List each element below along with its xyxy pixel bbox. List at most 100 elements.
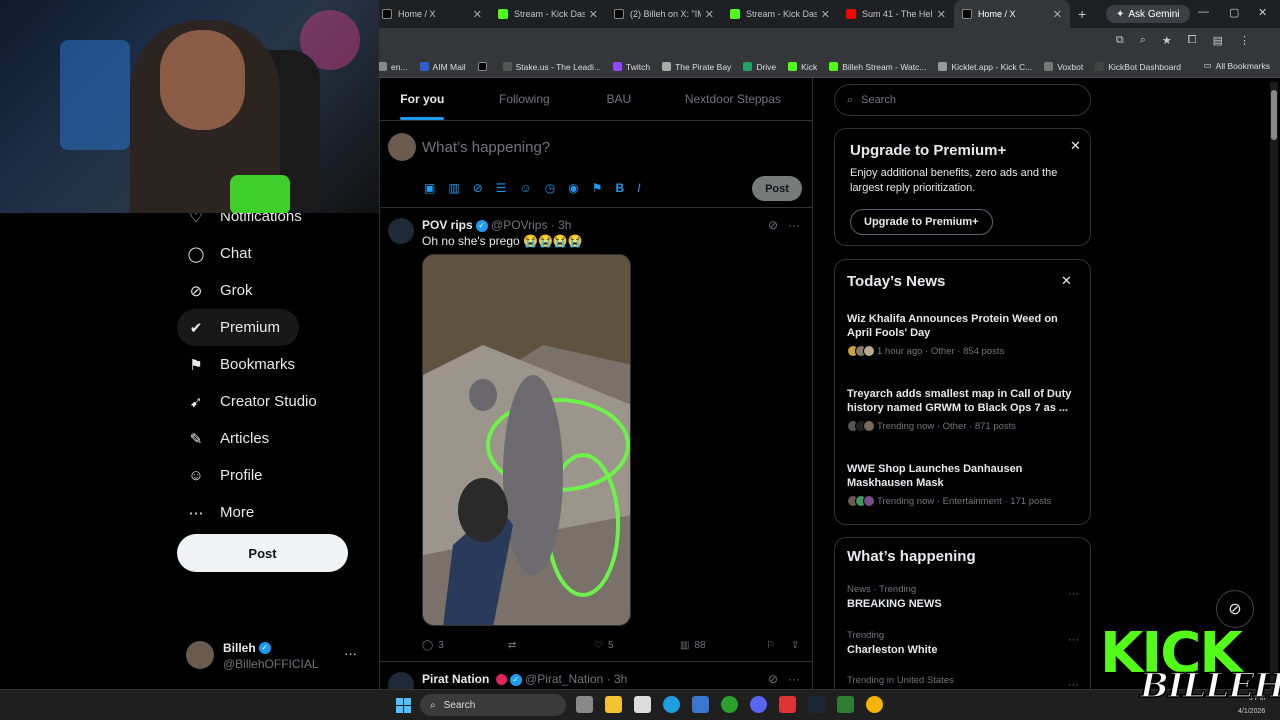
tab-for-you[interactable]: For you	[380, 78, 465, 120]
bookmark-item[interactable]: The Pirate Bay	[662, 62, 731, 72]
more-icon[interactable]: ···	[788, 218, 800, 232]
poll-icon[interactable]: ☰	[496, 181, 507, 195]
reply-button[interactable]: ◯ 3	[422, 640, 508, 651]
discord-icon[interactable]	[750, 696, 767, 713]
gif-icon[interactable]: ▥	[448, 181, 459, 195]
tab-bau[interactable]: BAU	[584, 78, 654, 120]
app-icon[interactable]	[779, 696, 796, 713]
bookmark-item[interactable]: AIM Mail	[419, 62, 466, 72]
bold-icon[interactable]: B	[616, 181, 625, 195]
bookmark-item[interactable]: Twitch	[612, 62, 650, 72]
page-scrollbar[interactable]	[1270, 82, 1278, 698]
more-icon[interactable]: ···	[1068, 634, 1079, 646]
steam-icon[interactable]	[808, 696, 825, 713]
upgrade-premium-button[interactable]: Upgrade to Premium+	[850, 209, 993, 235]
chrome-icon[interactable]	[866, 696, 883, 713]
nav-item-more[interactable]: ⋯ More	[177, 494, 327, 531]
nav-item-bookmarks[interactable]: ⚑ Bookmarks	[177, 346, 327, 383]
install-icon[interactable]: ⧉	[1116, 34, 1124, 47]
composer-post-button[interactable]: Post	[752, 176, 802, 201]
browser-tab[interactable]: (2) Billeh on X: "IM ✕	[606, 0, 722, 28]
bookmark-item[interactable]: Stake.us - The Leadi...	[502, 62, 601, 72]
account-switcher[interactable]: Billeh ✓ @BillehOFFICIAL	[186, 639, 319, 671]
tab-nextdoor-steppas[interactable]: Nextdoor Steppas	[654, 78, 812, 120]
avatar[interactable]	[388, 218, 414, 244]
bookmark-item[interactable]: Voxbot	[1044, 62, 1083, 72]
close-icon[interactable]: ✕	[1070, 138, 1081, 154]
tab-close-icon[interactable]: ✕	[1053, 8, 1062, 21]
views-button[interactable]: ▥ 88	[680, 640, 766, 651]
bookmark-item[interactable]: en...	[378, 62, 408, 72]
tweet-video[interactable]	[422, 254, 631, 626]
close-icon[interactable]: ✕	[1061, 273, 1072, 289]
nav-item-grok[interactable]: ⊘ Grok	[177, 272, 327, 309]
search-input[interactable]: ⌕ Search	[834, 84, 1091, 116]
location-icon[interactable]: ◉	[568, 181, 578, 195]
bookmark-item[interactable]: Kicklet.app - Kick C...	[938, 62, 1032, 72]
trend-item[interactable]: News · Trending BREAKING NEWS ···	[847, 584, 1079, 610]
emoji-icon[interactable]: ☺	[520, 181, 532, 195]
star-icon[interactable]: ★	[1162, 34, 1172, 47]
repost-button[interactable]: ⇄	[508, 640, 594, 651]
more-icon[interactable]: ···	[1068, 588, 1079, 600]
media-icon[interactable]: ▣	[424, 181, 435, 195]
maximize-icon[interactable]: ▢	[1229, 6, 1239, 19]
browser-tab[interactable]: Home / X ✕	[954, 0, 1070, 28]
account-more-icon[interactable]: ···	[344, 646, 357, 661]
tweet-handle[interactable]: @Pirat_Nation · 3h	[525, 672, 627, 686]
file-explorer-icon[interactable]	[605, 696, 622, 713]
bookmark-item[interactable]: Billeh Stream - Watc...	[829, 62, 926, 72]
bookmark-item[interactable]: Drive	[743, 62, 776, 72]
grok-icon[interactable]: ⊘	[473, 181, 483, 195]
tab-close-icon[interactable]: ✕	[473, 8, 482, 21]
xbox-icon[interactable]	[721, 696, 738, 713]
sidepanel-icon[interactable]: ▤	[1213, 34, 1223, 47]
more-icon[interactable]: ···	[788, 672, 800, 686]
post-button[interactable]: Post	[177, 534, 348, 572]
ask-gemini-button[interactable]: ✦ Ask Gemini	[1106, 5, 1190, 23]
tab-close-icon[interactable]: ✕	[937, 8, 946, 21]
extensions-icon[interactable]: ⧠	[1188, 34, 1197, 47]
grok-icon[interactable]: ⊘	[768, 218, 778, 232]
trend-item[interactable]: Trending in United States ···	[847, 675, 1079, 691]
new-tab-button[interactable]: +	[1078, 6, 1086, 22]
flag-icon[interactable]: ⚑	[592, 181, 603, 195]
schedule-icon[interactable]: ◷	[545, 181, 555, 195]
news-item[interactable]: Treyarch adds smallest map in Call of Du…	[847, 387, 1079, 432]
bookmark-item[interactable]: KickBot Dashboard	[1095, 62, 1181, 72]
nav-item-premium[interactable]: ✔ Premium	[177, 309, 299, 346]
nav-item-profile[interactable]: ☺ Profile	[177, 457, 327, 494]
italic-icon[interactable]: I	[637, 181, 640, 195]
grok-icon[interactable]: ⊘	[768, 672, 778, 686]
browser-tab[interactable]: Home / X ✕	[374, 0, 490, 28]
browser-tab[interactable]: Sum 41 - The Hell ✕	[838, 0, 954, 28]
trend-item[interactable]: Trending Charleston White ···	[847, 630, 1079, 656]
edge-icon[interactable]	[663, 696, 680, 713]
tweet[interactable]: POV rips ✓ @POVrips · 3h ⊘ ··· Oh no she'…	[380, 208, 812, 662]
share-icon[interactable]: ⇪	[791, 640, 799, 651]
bookmark-button[interactable]: ⚐	[766, 640, 775, 651]
bookmark-item[interactable]: Kick	[788, 62, 817, 72]
zoom-icon[interactable]: ⌕	[1140, 34, 1146, 47]
tweet-author[interactable]: POV rips	[422, 218, 473, 232]
composer-input[interactable]: What’s happening?	[422, 139, 550, 156]
close-window-icon[interactable]: ✕	[1258, 6, 1267, 19]
taskview-icon[interactable]	[576, 696, 593, 713]
tab-close-icon[interactable]: ✕	[589, 8, 598, 21]
news-item[interactable]: Wiz Khalifa Announces Protein Weed on Ap…	[847, 312, 1079, 357]
store-icon[interactable]	[634, 696, 651, 713]
tab-close-icon[interactable]: ✕	[705, 8, 714, 21]
windows-start-icon[interactable]	[396, 698, 411, 713]
news-item[interactable]: WWE Shop Launches Danhausen Maskhausen M…	[847, 462, 1079, 507]
nav-item-chat[interactable]: ◯ Chat	[177, 235, 327, 272]
browser-tab[interactable]: Stream - Kick Dashb ✕	[722, 0, 838, 28]
bookmark-item[interactable]	[477, 62, 491, 72]
tab-close-icon[interactable]: ✕	[821, 8, 830, 21]
taskbar-search[interactable]: ⌕ Search	[420, 694, 566, 716]
tweet-author[interactable]: Pirat Nation	[422, 672, 489, 686]
nav-item-creator-studio[interactable]: ➹ Creator Studio	[177, 383, 327, 420]
all-bookmarks[interactable]: ▭ All Bookmarks	[1204, 60, 1270, 71]
like-button[interactable]: ♡ 5	[594, 640, 680, 651]
excel-icon[interactable]	[837, 696, 854, 713]
minimize-icon[interactable]: —	[1198, 6, 1209, 18]
